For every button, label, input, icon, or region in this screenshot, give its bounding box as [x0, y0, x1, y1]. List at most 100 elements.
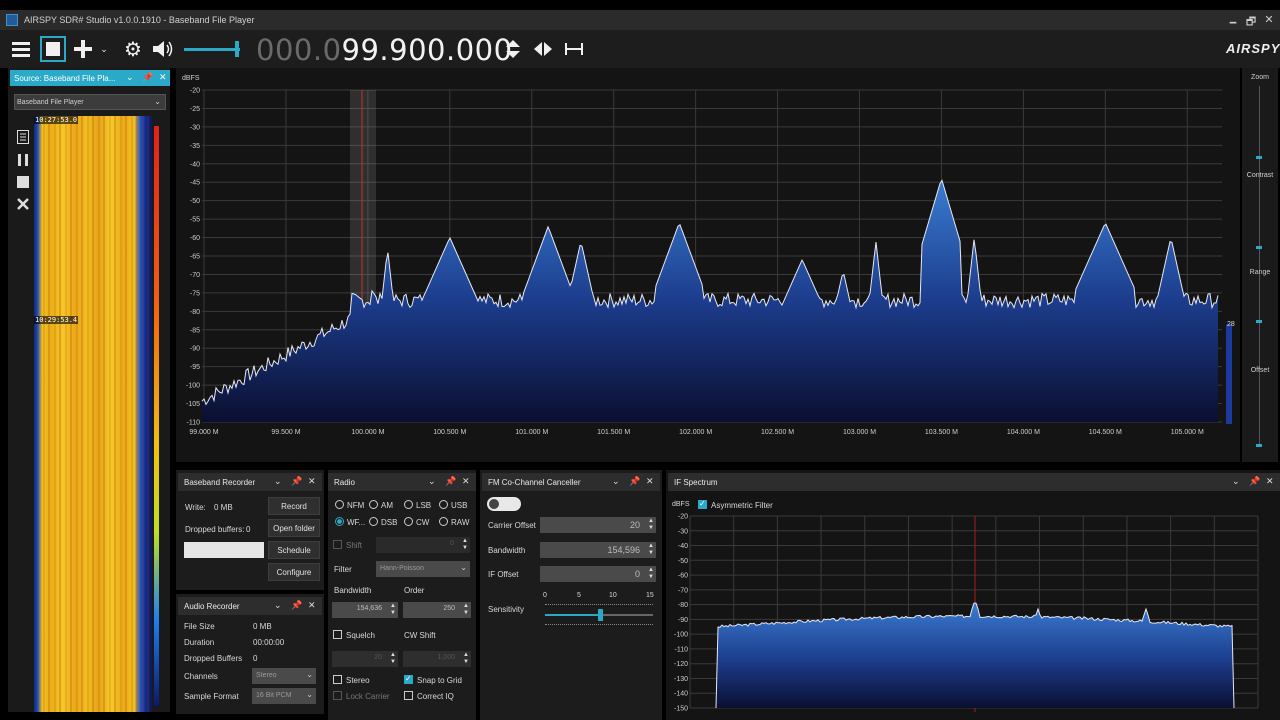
mode-radio-am[interactable]: [369, 500, 378, 509]
stereo-checkbox[interactable]: [333, 675, 342, 684]
tune-step-icon[interactable]: [502, 38, 524, 60]
fm-canceller-toggle[interactable]: [487, 497, 521, 511]
channels-select[interactable]: Stereo ⌄: [252, 668, 316, 684]
spectrum-y-axis: -20 -25 -30 -35 -40 -45 -50 -55 -60 -65 -70 -75 -80 -…: [186, 88, 200, 427]
schedule-button[interactable]: Schedule: [268, 541, 320, 559]
close-panel-icon[interactable]: ✕: [1266, 476, 1274, 487]
frequency-digits[interactable]: 99.900.000: [342, 33, 513, 67]
panel-menu-icon[interactable]: ⌄: [274, 600, 282, 611]
spectrum-plot[interactable]: -20 -25 -30 -35 -40 -45 -50 -55 -60 -65 -70 -75 -80 -…: [176, 84, 1238, 440]
contrast-slider-handle[interactable]: [1256, 246, 1262, 249]
y-tick-label: -45: [190, 180, 200, 187]
panel-menu-icon[interactable]: ⌄: [274, 476, 282, 487]
spin-arrows-icon[interactable]: ▲ ▼: [390, 652, 396, 666]
pin-icon[interactable]: 📌: [629, 476, 640, 487]
sensitivity-slider-handle[interactable]: [598, 609, 603, 621]
if-spectrum-plot[interactable]: -20 -30 -40 -50 -60 -70 -80 -90 -100 -110 -120 -130…: [668, 512, 1268, 712]
audio-recorder-header: Audio Recorder ⌄ 📌 ✕: [178, 597, 322, 615]
zoom-slider-handle[interactable]: [1256, 156, 1262, 159]
snap-to-grid-checkbox[interactable]: [404, 674, 413, 684]
panel-menu-icon[interactable]: ⌄: [1232, 476, 1240, 487]
squelch-checkbox[interactable]: [333, 630, 342, 639]
shift-field[interactable]: 0 ▲ ▼: [376, 537, 470, 553]
range-slider-handle[interactable]: [1256, 320, 1262, 323]
frequency-leading-digits[interactable]: 000.0: [256, 33, 342, 67]
stop-icon[interactable]: [14, 173, 32, 191]
panel-menu-icon[interactable]: ⌄: [126, 72, 134, 83]
configure-button[interactable]: Configure: [268, 563, 320, 581]
sample-format-select[interactable]: 16 Bit PCM ⌄: [252, 688, 316, 704]
source-select[interactable]: Baseband File Player ⌄: [14, 94, 166, 110]
spin-arrows-icon[interactable]: ▲ ▼: [648, 543, 654, 557]
y-tick-label: -25: [190, 106, 200, 113]
close-panel-icon[interactable]: ✕: [462, 476, 470, 487]
y-tick-label: -80: [190, 309, 200, 316]
carrier-offset-field[interactable]: 20 ▲ ▼: [540, 517, 656, 533]
panel-menu-icon[interactable]: ⌄: [612, 476, 620, 487]
spin-arrows-icon[interactable]: ▲ ▼: [463, 652, 469, 666]
speaker-icon[interactable]: [152, 38, 174, 60]
volume-slider-handle[interactable]: [235, 41, 239, 57]
close-panel-icon[interactable]: ✕: [159, 72, 167, 83]
cw-shift-value: 1,000: [437, 654, 455, 661]
tools-icon[interactable]: [14, 195, 32, 213]
contrast-label: Contrast: [1246, 172, 1274, 179]
waterfall-display[interactable]: 10:27:53.0 10:29:53.4: [34, 116, 152, 712]
close-panel-icon[interactable]: ✕: [308, 600, 316, 611]
spin-arrows-icon[interactable]: ▲ ▼: [463, 603, 469, 617]
waterfall-timestamp: 10:29:53.4: [34, 316, 79, 324]
fm-bandwidth-field[interactable]: 154,596 ▲ ▼: [540, 542, 656, 558]
spin-arrows-icon[interactable]: ▲ ▼: [648, 518, 654, 532]
asymmetric-filter-checkbox[interactable]: [698, 499, 707, 509]
filter-select[interactable]: Hann-Poisson ⌄: [376, 561, 470, 577]
pause-icon[interactable]: [14, 151, 32, 169]
correct-iq-checkbox[interactable]: [404, 691, 413, 700]
mode-radio-nfm[interactable]: [335, 500, 344, 509]
spin-arrows-icon[interactable]: ▲ ▼: [462, 538, 468, 552]
mode-radio-cw[interactable]: [404, 517, 413, 526]
spin-arrows-icon[interactable]: ▲ ▼: [648, 567, 654, 581]
lock-carrier-checkbox[interactable]: [333, 691, 342, 700]
volume-slider-track[interactable]: [184, 48, 240, 51]
y-tick-label: -40: [678, 543, 688, 550]
mode-radio-dsb[interactable]: [369, 517, 378, 526]
offset-slider-handle[interactable]: [1256, 444, 1262, 447]
gear-icon[interactable]: ⚙: [122, 38, 144, 61]
chevron-down-icon[interactable]: ⌄: [98, 38, 110, 60]
close-panel-icon[interactable]: ✕: [308, 476, 316, 487]
mode-radio-raw[interactable]: [439, 517, 448, 526]
display-controls-strip: [1242, 68, 1278, 462]
close-window-button[interactable]: ✕: [1262, 13, 1276, 26]
if-offset-field[interactable]: 0 ▲ ▼: [540, 566, 656, 582]
center-tune-icon[interactable]: [532, 38, 554, 60]
span-icon[interactable]: [563, 38, 585, 60]
order-field[interactable]: 250 ▲ ▼: [403, 602, 471, 618]
spin-arrows-icon[interactable]: ▲ ▼: [390, 603, 396, 617]
if-y-axis: -20 -30 -40 -50 -60 -70 -80 -90 -100 -110 -120 -130…: [674, 514, 688, 713]
dropped-buffers-value: 0: [246, 525, 251, 534]
pin-icon[interactable]: 📌: [445, 476, 456, 487]
stop-button[interactable]: [40, 36, 66, 62]
pin-icon[interactable]: 📌: [291, 600, 302, 611]
add-icon[interactable]: [72, 38, 94, 60]
title-bar: AIRSPY SDR# Studio v1.0.0.1910 - Baseban…: [0, 10, 1280, 30]
fm-bandwidth-label: Bandwidth: [488, 546, 526, 555]
pin-icon[interactable]: 📌: [1249, 476, 1260, 487]
shift-checkbox[interactable]: [333, 540, 342, 549]
document-icon[interactable]: [14, 128, 32, 146]
order-value: 250: [443, 605, 455, 612]
squelch-field[interactable]: 20 ▲ ▼: [332, 651, 398, 667]
bandwidth-field[interactable]: 154,636 ▲ ▼: [332, 602, 398, 618]
mode-radio-usb[interactable]: [439, 500, 448, 509]
panel-menu-icon[interactable]: ⌄: [428, 476, 436, 487]
mode-radio-wfm[interactable]: [335, 517, 344, 526]
frequency-display[interactable]: 000.099.900.000: [256, 33, 513, 67]
record-button[interactable]: Record: [268, 497, 320, 515]
menu-icon[interactable]: [10, 38, 32, 60]
pin-icon[interactable]: 📌: [142, 72, 153, 83]
close-panel-icon[interactable]: ✕: [646, 476, 654, 487]
cw-shift-field[interactable]: 1,000 ▲ ▼: [403, 651, 471, 667]
open-folder-button[interactable]: Open folder: [268, 519, 320, 537]
mode-radio-lsb[interactable]: [404, 500, 413, 509]
pin-icon[interactable]: 📌: [291, 476, 302, 487]
